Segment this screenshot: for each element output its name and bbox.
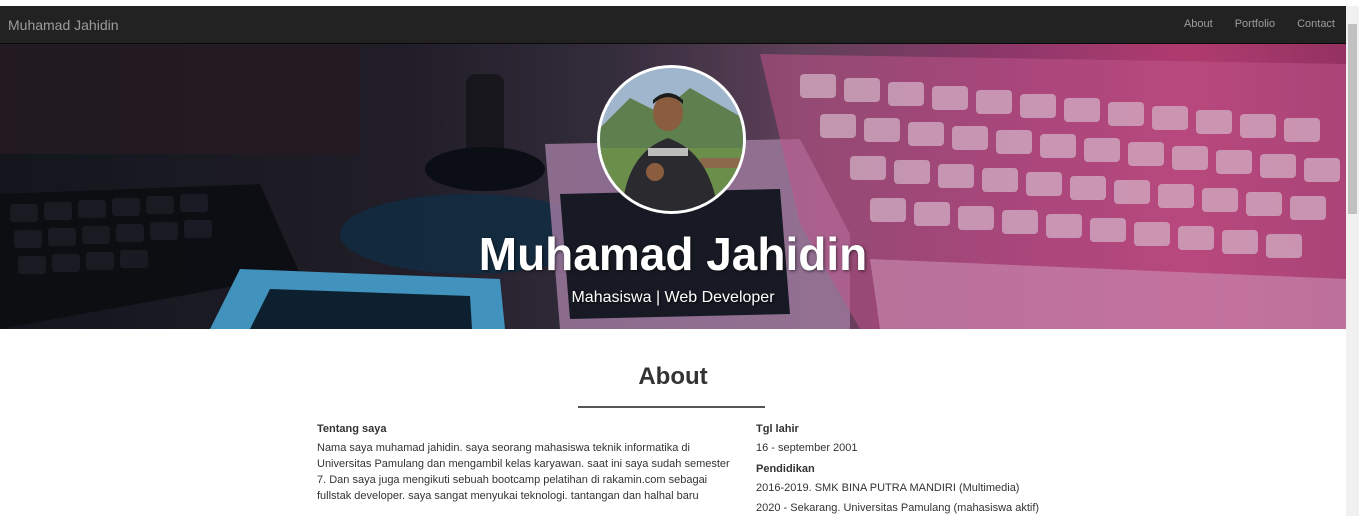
about-heading: Tentang saya [317,423,387,435]
about-left-column: Tentang saya Nama saya muhamad jahidin. … [317,423,737,504]
education-heading: Pendidikan [756,463,815,475]
page-scrollbar[interactable] [1346,6,1359,516]
about-title: About [638,363,708,390]
nav-link-contact[interactable]: Contact [1286,6,1346,44]
nav-link-about[interactable]: About [1173,6,1224,44]
scrollbar-thumb[interactable] [1348,24,1357,214]
education-item: 2016-2019. SMK BINA PUTRA MANDIRI (Multi… [756,482,1020,494]
birth-heading: Tgl lahir [756,423,799,435]
profile-avatar [597,65,746,214]
about-body: Nama saya muhamad jahidin. saya seorang … [317,442,730,502]
navbar: Muhamad Jahidin About Portfolio Contact [0,6,1346,44]
navbar-brand[interactable]: Muhamad Jahidin [8,17,119,33]
nav-link-portfolio[interactable]: Portfolio [1224,6,1286,44]
hero-name: Muhamad Jahidin [478,228,868,280]
nav-links: About Portfolio Contact [1173,6,1346,44]
about-title-divider [578,406,765,408]
hero-subtitle: Mahasiswa | Web Developer [571,289,775,306]
hero-banner: Muhamad Jahidin Mahasiswa | Web Develope… [0,44,1346,329]
about-right-column: Tgl lahir 16 - september 2001 Pendidikan… [756,423,1176,514]
birth-value: 16 - september 2001 [756,442,858,454]
education-item: 2020 - Sekarang. Universitas Pamulang (m… [756,502,1040,514]
